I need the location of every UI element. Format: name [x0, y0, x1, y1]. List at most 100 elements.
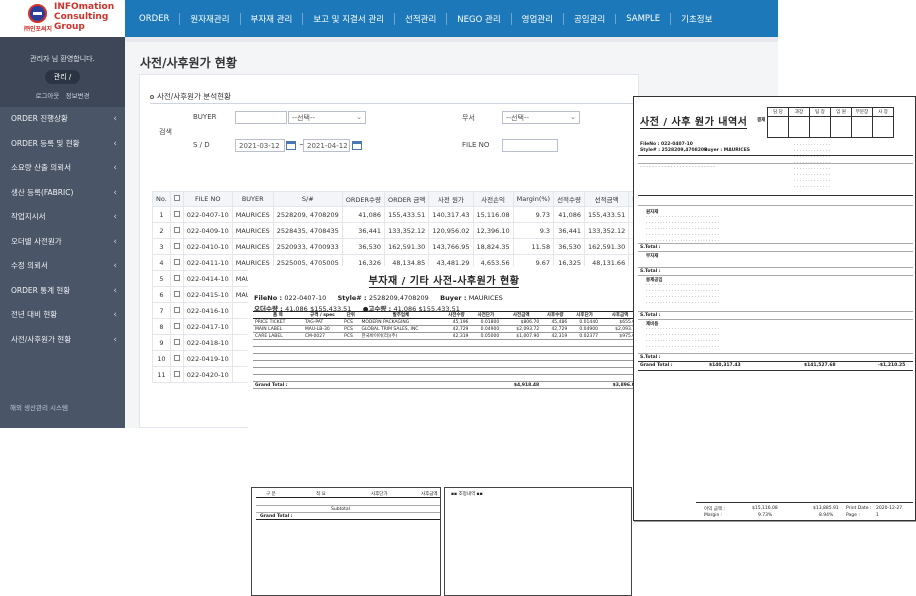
table-row[interactable]: 2 022-0409-10 MAURICES 2528435, 4708435 36,4…	[152, 222, 651, 239]
rule	[638, 251, 913, 252]
row-pre-profit: 18,824.35	[472, 238, 514, 255]
col-margin[interactable]: Margin(%)	[512, 191, 555, 207]
grand-total-label: Grand Total :	[640, 363, 673, 368]
col-ship-amt[interactable]: 선적금액	[583, 191, 630, 207]
detail-row: Subtotal	[256, 506, 440, 513]
calendar-icon[interactable]	[286, 141, 296, 150]
empty-cell	[253, 339, 303, 347]
fileno-input[interactable]	[502, 139, 558, 152]
logout-link[interactable]: 로그아웃	[35, 92, 59, 100]
empty-cell	[541, 374, 570, 382]
row-check	[169, 366, 184, 383]
sidebar-item-pre-cost[interactable]: 오더별 사전원가 ‹	[0, 230, 125, 255]
row-checkbox[interactable]	[173, 338, 180, 345]
col-pre-cost[interactable]: 사전 원가	[428, 191, 474, 207]
table-row[interactable]: 3 022-0410-10 MAURICES 2520933, 4700933 36,5…	[152, 238, 651, 255]
row-checkbox[interactable]	[173, 258, 180, 265]
sidebar-item-cost-status[interactable]: 사전/사후원가 현황 ‹	[0, 328, 125, 353]
row-pre-profit: 15,116.08	[472, 206, 514, 223]
row-ship-qty: 36,530	[553, 238, 585, 255]
empty-cell	[342, 346, 360, 354]
empty-cell	[442, 360, 471, 368]
nav-raw-material[interactable]: 원자재관리	[179, 12, 239, 25]
nav-basic-info[interactable]: 기초정보	[670, 12, 722, 25]
logo[interactable]: ㈜인포써지 INFOmation Consulting Group	[0, 0, 125, 37]
row-checkbox[interactable]	[173, 290, 180, 297]
row-fileno: 022-0420-10	[182, 366, 233, 383]
approval-header-cell: 임 원	[830, 107, 852, 117]
col-check[interactable]	[169, 191, 184, 207]
sidebar-footer: 해외 생산관리 시스템	[10, 404, 68, 412]
empty-cell	[342, 353, 360, 361]
nav-sub-material[interactable]: 부자재 관리	[239, 12, 303, 25]
sidebar-item-label: 전년 대비 현황	[11, 310, 58, 319]
subtotal-label: S.Total :	[640, 269, 661, 274]
sidebar-item-label: ORDER 등록 및 현황	[11, 138, 80, 148]
edit-info-link[interactable]: 정보변경	[66, 92, 90, 100]
moo-select[interactable]: --선택-- ⌄	[502, 111, 580, 124]
nav-sales[interactable]: 영업관리	[510, 12, 563, 25]
row-checkbox[interactable]	[173, 242, 180, 249]
col-order-qty[interactable]: ORDER수량	[341, 191, 386, 207]
row-ship-amt: 162,591.30	[583, 238, 630, 255]
sidebar-item-order-progress[interactable]: ORDER 진행상황 ‹	[0, 107, 125, 132]
page-title: 사전/사후원가 현황	[140, 56, 237, 70]
row-checkbox[interactable]	[173, 370, 180, 377]
col-fileno[interactable]: FILE NO	[182, 191, 233, 207]
nav-sample[interactable]: SAMPLE	[615, 13, 670, 24]
date-to-input[interactable]: 2021-04-12	[303, 139, 350, 152]
select-all-checkbox[interactable]	[173, 195, 180, 201]
empty-cell	[501, 339, 542, 347]
sidebar-item-consumption[interactable]: 소요량 산출 의뢰서 ‹	[0, 156, 125, 181]
sidebar-item-order-stats[interactable]: ORDER 통계 현황 ‹	[0, 279, 125, 304]
sidebar-item-work-order[interactable]: 작업지시서 ‹	[0, 205, 125, 230]
sub-material-col: 단위	[342, 311, 360, 319]
buyer-label: BUYER	[193, 113, 217, 121]
calendar-icon[interactable]	[352, 141, 362, 150]
col-style[interactable]: S/#	[272, 191, 343, 207]
table-row[interactable]: 1 022-0407-10 MAURICES 2528209, 4708209 41,0…	[152, 206, 651, 223]
profit-pre: $15,116.08	[752, 506, 778, 511]
col-pre-profit[interactable]: 사전손익	[472, 191, 514, 207]
row-checkbox[interactable]	[173, 226, 180, 233]
empty-cell	[569, 360, 600, 368]
sub-material-cell: PRICE TICKET	[253, 318, 303, 326]
subtotal-label: S.Total :	[640, 355, 661, 360]
sub-material-col: 사전수량	[442, 311, 471, 319]
row-checkbox[interactable]	[173, 274, 180, 281]
chevron-left-icon: ‹	[113, 285, 117, 296]
date-from-input[interactable]: 2021-03-12	[235, 139, 285, 152]
nav-order[interactable]: ORDER	[125, 14, 179, 24]
sidebar-item-modification[interactable]: 수정 의뢰서 ‹	[0, 254, 125, 279]
nav-labor-cost[interactable]: 공임관리	[562, 12, 615, 25]
nav-nego[interactable]: NEGO 관리	[446, 12, 510, 25]
buyer-select[interactable]: --선택-- ⌄	[288, 111, 366, 124]
row-checkbox[interactable]	[173, 322, 180, 329]
empty-cell	[342, 339, 360, 347]
sidebar-item-order-register[interactable]: ORDER 등록 및 현황 ‹	[0, 132, 125, 157]
empty-cell	[501, 374, 542, 382]
col-order-amt[interactable]: ORDER 금액	[384, 191, 430, 207]
buyer-input[interactable]	[235, 111, 287, 124]
sub-material-col: 사후단가	[569, 311, 600, 319]
empty-cell	[442, 339, 471, 347]
nav-shipping[interactable]: 선적관리	[394, 12, 446, 25]
approval-box: 담 당 과장 팀 장임 원 부문장 사 장	[767, 107, 894, 138]
sidebar-item-yoy[interactable]: 전년 대비 현황 ‹	[0, 303, 125, 328]
detail-col-desc: 적 요	[316, 492, 326, 497]
sidebar-item-production[interactable]: 생산 등록(FABRIC) ‹	[0, 181, 125, 206]
row-checkbox[interactable]	[173, 210, 180, 217]
cost-buyer: Buyer : MAURICES	[704, 148, 751, 153]
row-no: 5	[152, 270, 171, 287]
col-ship-qty[interactable]: 선적수량	[553, 191, 585, 207]
col-no[interactable]: No.	[152, 191, 171, 207]
sidebar-item-label: 수정 의뢰서	[11, 261, 48, 270]
nav-report[interactable]: 보고 및 지결서 관리	[302, 12, 394, 25]
row-checkbox[interactable]	[173, 354, 180, 361]
col-buyer[interactable]: BUYER	[231, 191, 274, 207]
row-checkbox[interactable]	[173, 306, 180, 313]
detail-col-post-price: 사후단가	[371, 492, 388, 497]
empty-cell	[359, 339, 443, 347]
row-fileno: 022-0409-10	[182, 222, 233, 239]
empty-cell	[541, 360, 570, 368]
